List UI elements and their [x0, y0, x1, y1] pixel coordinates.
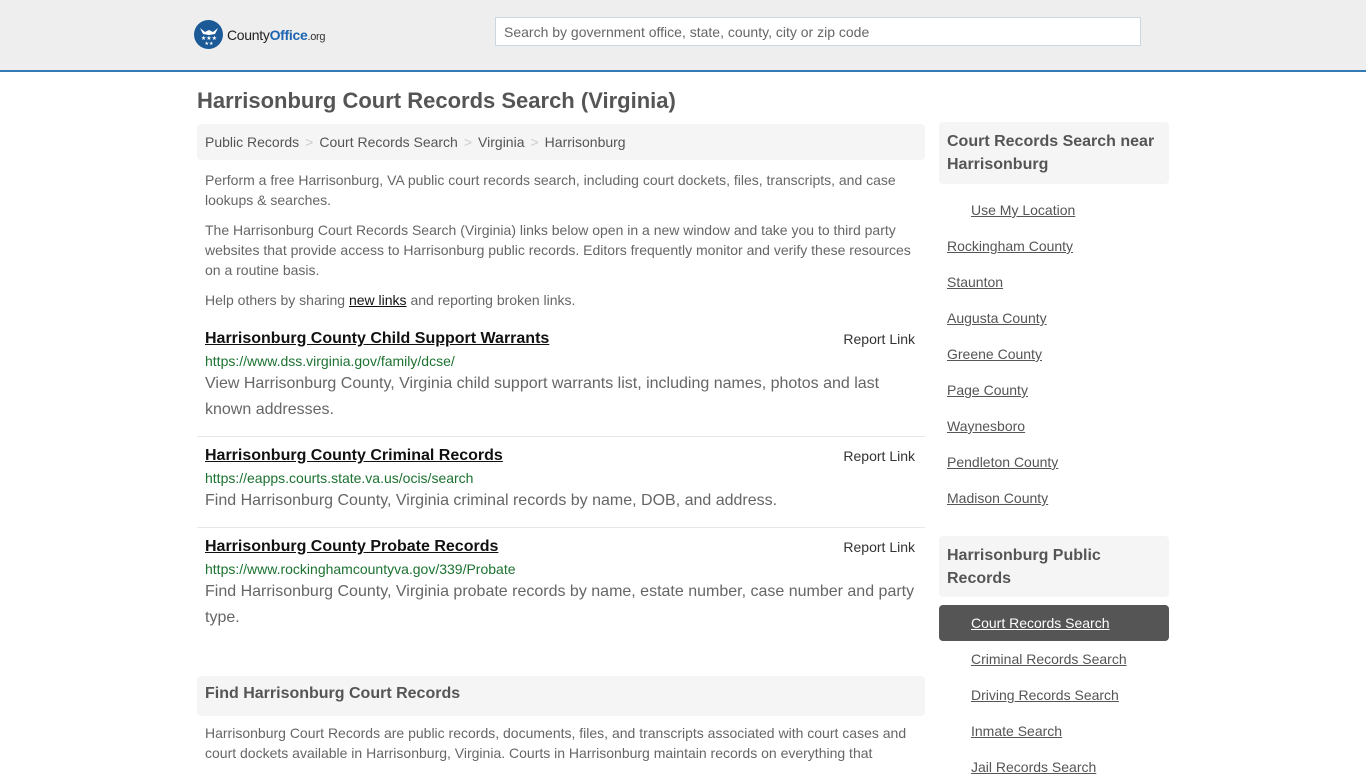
public-records-heading: Harrisonburg Public Records [939, 536, 1169, 597]
find-section-heading: Find Harrisonburg Court Records [197, 676, 925, 716]
report-link-button[interactable]: Report Link [843, 539, 915, 555]
breadcrumb-separator: > [530, 134, 539, 150]
nearby-heading: Court Records Search near Harrisonburg [939, 122, 1169, 184]
nav-court-records-search[interactable]: Court Records Search [971, 615, 1110, 631]
breadcrumb-current: Harrisonburg [544, 134, 626, 150]
record-title-link[interactable]: Harrisonburg County Child Support Warran… [205, 330, 549, 348]
breadcrumb-public-records[interactable]: Public Records [205, 134, 299, 150]
svg-text:★★: ★★ [204, 41, 213, 45]
nearby-link[interactable]: Page County [947, 382, 1028, 398]
share-text-after: and reporting broken links. [406, 292, 576, 308]
page-title: Harrisonburg Court Records Search (Virgi… [197, 88, 676, 113]
record-description: Find Harrisonburg County, Virginia proba… [205, 583, 915, 626]
disclaimer-paragraph: The Harrisonburg Court Records Search (V… [205, 222, 911, 278]
nearby-link[interactable]: Rockingham County [947, 238, 1073, 254]
nearby-link[interactable]: Greene County [947, 346, 1042, 362]
nav-driving-records-search[interactable]: Driving Records Search [971, 687, 1119, 703]
nearby-link[interactable]: Madison County [947, 490, 1048, 506]
record-title-link[interactable]: Harrisonburg County Probate Records [205, 538, 498, 556]
breadcrumb-court-records-search[interactable]: Court Records Search [319, 134, 458, 150]
share-paragraph: Help others by sharing new links and rep… [205, 290, 915, 310]
nearby-link[interactable]: Waynesboro [947, 418, 1025, 434]
record-item: Harrisonburg County Child Support Warran… [197, 330, 925, 437]
nav-jail-records-search[interactable]: Jail Records Search [971, 759, 1096, 775]
breadcrumb-separator: > [463, 134, 473, 150]
report-link-button[interactable]: Report Link [843, 331, 915, 347]
record-description: Find Harrisonburg County, Virginia crimi… [205, 492, 778, 509]
nav-inmate-search[interactable]: Inmate Search [971, 723, 1062, 739]
record-title-link[interactable]: Harrisonburg County Criminal Records [205, 447, 503, 465]
breadcrumb-virginia[interactable]: Virginia [478, 134, 524, 150]
nearby-link[interactable]: Pendleton County [947, 454, 1058, 470]
nav-criminal-records-search[interactable]: Criminal Records Search [971, 651, 1127, 667]
record-url: https://www.dss.virginia.gov/family/dcse… [205, 353, 455, 369]
use-my-location-link[interactable]: Use My Location [971, 202, 1075, 218]
intro-paragraph: Perform a free Harrisonburg, VA public c… [205, 172, 896, 208]
new-links-link[interactable]: new links [349, 292, 407, 308]
logo-text: CountyOffice.org [227, 26, 326, 43]
record-url: https://www.rockinghamcountyva.gov/339/P… [205, 561, 516, 577]
record-item: Harrisonburg County Criminal Records Rep… [197, 447, 925, 528]
site-search-input[interactable] [495, 17, 1141, 46]
nearby-link[interactable]: Staunton [947, 274, 1003, 290]
report-link-button[interactable]: Report Link [843, 448, 915, 464]
eagle-stars-badge-icon: ★★★ ★★ [194, 20, 223, 49]
record-description: View Harrisonburg County, Virginia child… [205, 375, 880, 418]
site-logo[interactable]: ★★★ ★★ CountyOffice.org [194, 20, 326, 49]
breadcrumb-separator: > [305, 134, 314, 150]
site-header: ★★★ ★★ CountyOffice.org [0, 0, 1366, 72]
breadcrumb: Public Records > Court Records Search > Virg… [197, 124, 925, 160]
share-text: Help others by sharing [205, 292, 349, 308]
record-item: Harrisonburg County Probate Records Repo… [197, 538, 925, 638]
find-section-text: Harrisonburg Court Records are public re… [205, 725, 907, 761]
record-url: https://eapps.courts.state.va.us/ocis/se… [205, 470, 474, 486]
nearby-link[interactable]: Augusta County [947, 310, 1047, 326]
